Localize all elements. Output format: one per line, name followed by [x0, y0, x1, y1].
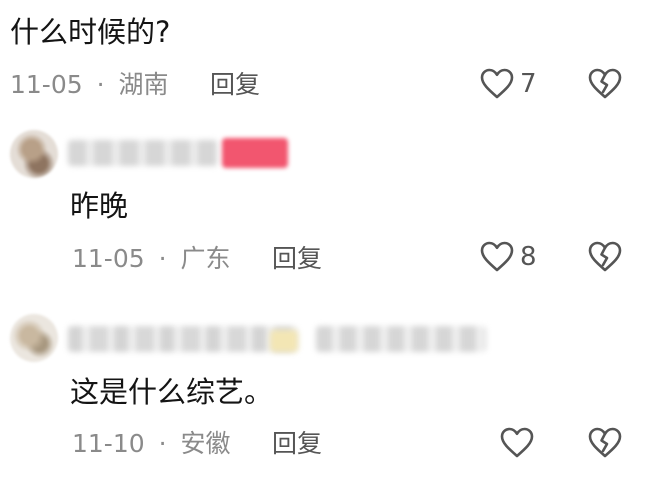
- reply-button[interactable]: 回复: [272, 429, 322, 459]
- comment-meta: 11-05 · 广东: [72, 244, 231, 274]
- user-badge: [270, 330, 298, 352]
- heart-icon[interactable]: [480, 68, 514, 100]
- heart-icon[interactable]: [500, 427, 534, 459]
- broken-heart-icon[interactable]: [588, 241, 622, 273]
- comment-date: 11-05: [10, 70, 83, 99]
- username-blurred[interactable]: [68, 326, 298, 352]
- comment-location: 湖南: [118, 70, 169, 99]
- comment-text: 昨晚: [70, 189, 129, 223]
- username-blurred[interactable]: [68, 140, 218, 166]
- broken-heart-icon[interactable]: [588, 68, 622, 100]
- avatar[interactable]: [10, 130, 58, 178]
- comment-location: 安徽: [180, 429, 231, 458]
- meta-separator: ·: [158, 429, 167, 458]
- comment-location: 广东: [180, 244, 231, 273]
- comment-text: 什么时候的?: [10, 15, 171, 49]
- reply-button[interactable]: 回复: [272, 244, 322, 274]
- comment-text: 这是什么综艺。: [70, 375, 274, 409]
- heart-icon[interactable]: [480, 241, 514, 273]
- user-badge: [222, 138, 288, 168]
- comment-date: 11-05: [72, 244, 145, 273]
- comment-meta: 11-10 · 安徽: [72, 429, 231, 459]
- avatar[interactable]: [10, 314, 58, 362]
- meta-separator: ·: [158, 244, 167, 273]
- comment-meta: 11-05 · 湖南: [10, 70, 169, 100]
- username-blurred: [316, 326, 486, 352]
- like-count: 8: [520, 242, 537, 272]
- comment-date: 11-10: [72, 429, 145, 458]
- broken-heart-icon[interactable]: [588, 427, 622, 459]
- meta-separator: ·: [96, 70, 105, 99]
- like-count: 7: [520, 69, 537, 99]
- reply-button[interactable]: 回复: [210, 70, 260, 100]
